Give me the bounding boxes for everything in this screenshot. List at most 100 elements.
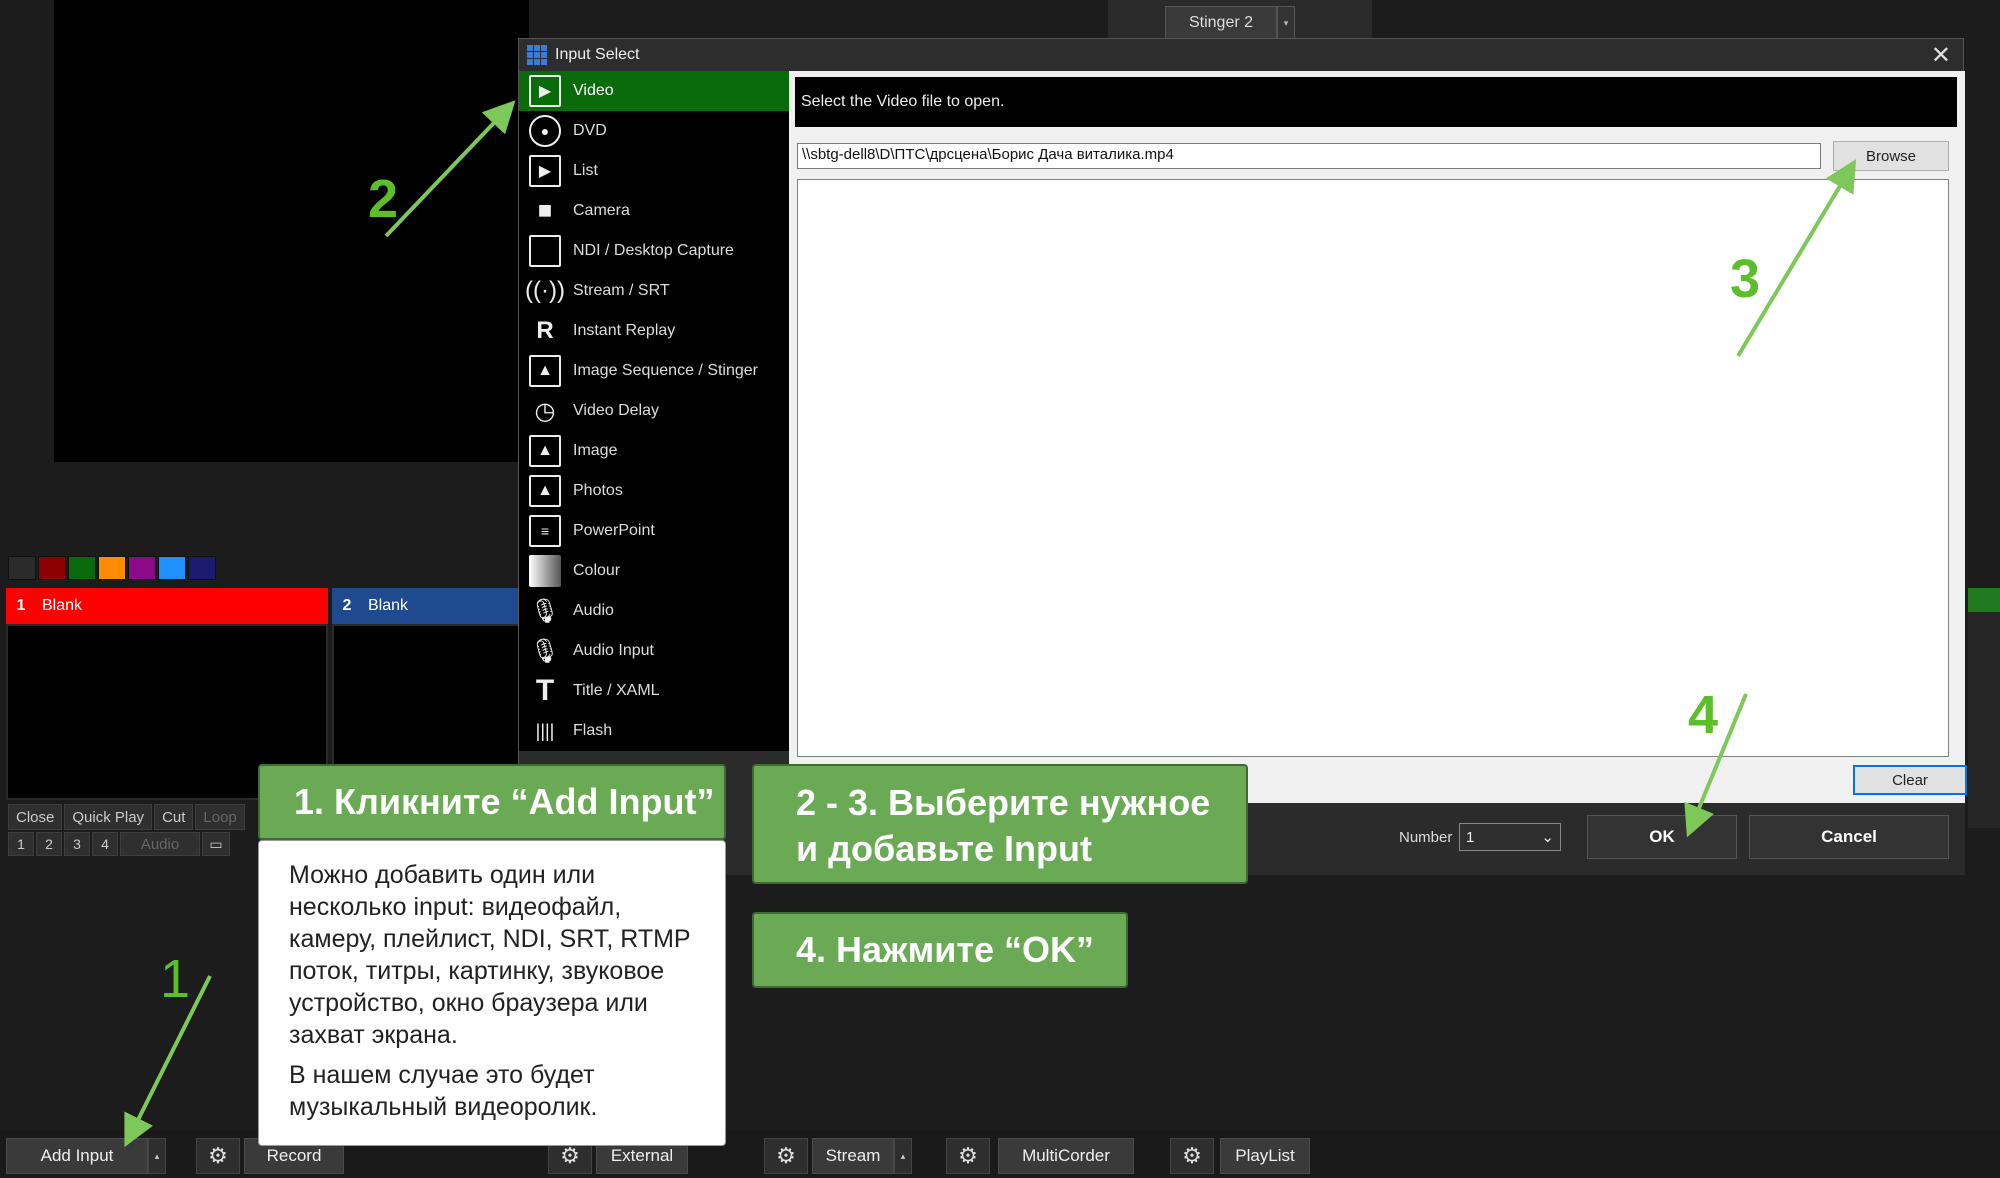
input-title: Blank: [42, 597, 83, 614]
input-type-camera[interactable]: ■ Camera: [519, 191, 789, 231]
file-list[interactable]: [797, 179, 1949, 757]
input-type-label: NDI / Desktop Capture: [573, 242, 734, 259]
input-type-label: Audio Input: [573, 642, 654, 659]
input-type-label: DVD: [573, 122, 607, 139]
input-type-powerpoint[interactable]: ≡ PowerPoint: [519, 511, 789, 551]
input-type-dvd[interactable]: ● DVD: [519, 111, 789, 151]
input-type-audio[interactable]: 🎙 Audio: [519, 591, 789, 631]
playlist-button[interactable]: PlayList: [1220, 1138, 1310, 1174]
overlay-buttons: 1 2 3 4 Audio ▭: [8, 832, 230, 856]
input-type-instant-replay[interactable]: R Instant Replay: [519, 311, 789, 351]
input-type-label: Video: [573, 82, 614, 99]
ok-button[interactable]: OK: [1587, 815, 1737, 859]
preview-panel: [54, 0, 529, 462]
stream-settings-gear-icon[interactable]: ⚙: [764, 1138, 808, 1174]
input-type-label: List: [573, 162, 598, 179]
input-type-label: Image: [573, 442, 618, 459]
input-type-label: Flash: [573, 722, 613, 739]
overlay-3-button[interactable]: 3: [64, 832, 90, 856]
step1-title-callout: 1. Кликните “Add Input”: [258, 764, 726, 840]
input-type-label: Colour: [573, 562, 621, 579]
title-icon: T: [535, 674, 555, 707]
input-type-list-item[interactable]: ▶ List: [519, 151, 789, 191]
input-card-1[interactable]: 1 Blank: [6, 588, 328, 624]
step1-description: Можно добавить один или несколько input:…: [258, 840, 726, 1146]
monitor-icon[interactable]: ▭: [202, 832, 230, 856]
step1-note: В нашем случае это будет музыкальный вид…: [289, 1061, 598, 1121]
stinger-button[interactable]: Stinger 2: [1165, 6, 1277, 40]
flash-icon: ||||: [535, 720, 555, 741]
step4-callout: 4. Нажмите “OK”: [752, 912, 1128, 988]
step23-callout: 2 - 3. Выберите нужное и добавьте Input: [752, 764, 1248, 884]
step-marker-2: 2: [368, 169, 399, 229]
input-type-list: ▶ Video ● DVD ▶ List ■ Camera NDI / Desk…: [519, 71, 789, 751]
input-type-label: Instant Replay: [573, 322, 676, 339]
overlay-2-button[interactable]: 2: [36, 832, 62, 856]
input-settings-panel: Select the Video file to open. \\sbtg-de…: [789, 71, 1967, 803]
input-type-image-sequence[interactable]: ▲ Image Sequence / Stinger: [519, 351, 789, 391]
color-swatch[interactable]: [98, 556, 126, 580]
browse-button[interactable]: Browse: [1833, 141, 1949, 171]
list-icon: ▶: [529, 155, 561, 187]
loop-button[interactable]: Loop: [195, 804, 245, 830]
multicorder-settings-gear-icon[interactable]: ⚙: [946, 1138, 990, 1174]
multicorder-button[interactable]: MultiCorder: [998, 1138, 1134, 1174]
overlay-4-button[interactable]: 4: [92, 832, 118, 856]
overlay-1-button[interactable]: 1: [8, 832, 34, 856]
audio-input-icon: 🎙: [529, 637, 561, 665]
add-input-button[interactable]: Add Input: [6, 1138, 148, 1174]
add-input-menu-icon[interactable]: ▴: [148, 1138, 166, 1174]
audio-button[interactable]: Audio: [120, 832, 200, 856]
input-type-stream[interactable]: ((·)) Stream / SRT: [519, 271, 789, 311]
input-type-audio-input[interactable]: 🎙 Audio Input: [519, 631, 789, 671]
cancel-button[interactable]: Cancel: [1749, 815, 1949, 859]
image-icon: ▲: [529, 435, 561, 467]
input-type-flash[interactable]: |||| Flash: [519, 711, 789, 751]
input-number: 1: [16, 597, 26, 614]
number-label: Number: [1399, 829, 1453, 846]
stream-menu-icon[interactable]: ▴: [894, 1138, 912, 1174]
quick-play-button[interactable]: Quick Play: [64, 804, 153, 830]
color-swatch[interactable]: [158, 556, 186, 580]
color-swatch[interactable]: [8, 556, 36, 580]
input-title: Blank: [368, 597, 409, 614]
close-button[interactable]: Close: [8, 804, 63, 830]
record-settings-gear-icon[interactable]: ⚙: [196, 1138, 240, 1174]
input-type-label: Title / XAML: [573, 682, 660, 699]
input-type-photos[interactable]: ▲ Photos: [519, 471, 789, 511]
step-marker-1: 1: [160, 949, 191, 1009]
stinger-dropdown-icon[interactable]: ▾: [1277, 6, 1295, 40]
presentation-icon: ≡: [529, 515, 561, 547]
clear-button[interactable]: Clear: [1853, 765, 1967, 795]
number-select[interactable]: 1 ⌄: [1459, 823, 1561, 851]
input-type-video-delay[interactable]: ◷ Video Delay: [519, 391, 789, 431]
color-swatch[interactable]: [188, 556, 216, 580]
audio-mixer-edge: [1968, 588, 2000, 828]
mixer-header: [1968, 588, 2000, 612]
photos-icon: ▲: [529, 475, 561, 507]
input-type-video[interactable]: ▶ Video: [519, 71, 789, 111]
input-type-label: Video Delay: [573, 402, 659, 419]
file-path-input[interactable]: \\sbtg-dell8\D\ПТС\дрсцена\Борис Дача ви…: [797, 143, 1821, 169]
color-swatch[interactable]: [68, 556, 96, 580]
input-type-title[interactable]: T Title / XAML: [519, 671, 789, 711]
dialog-title: Input Select: [555, 46, 640, 63]
stream-button[interactable]: Stream: [812, 1138, 894, 1174]
input-type-image[interactable]: ▲ Image: [519, 431, 789, 471]
playlist-settings-gear-icon[interactable]: ⚙: [1170, 1138, 1214, 1174]
color-swatch[interactable]: [38, 556, 66, 580]
input-type-label: Image Sequence / Stinger: [573, 362, 759, 379]
input-type-colour[interactable]: Colour: [519, 551, 789, 591]
camera-icon: ■: [537, 197, 553, 224]
step23-title: 2 - 3. Выберите нужное и добавьте Input: [796, 782, 1211, 869]
color-swatch[interactable]: [128, 556, 156, 580]
cut-button[interactable]: Cut: [154, 804, 194, 830]
input-type-ndi[interactable]: NDI / Desktop Capture: [519, 231, 789, 271]
close-icon[interactable]: ✕: [1931, 39, 1951, 71]
step4-title: 4. Нажмите “OK”: [796, 929, 1094, 970]
app-icon: [527, 45, 547, 65]
step1-body: Можно добавить один или несколько input:…: [289, 861, 691, 1049]
input-card-2[interactable]: 2 Blank: [332, 588, 522, 624]
clock-icon: ◷: [534, 397, 556, 425]
input-select-dialog: Input Select ✕ ▶ Video ● DVD ▶ List ■ Ca…: [518, 38, 1967, 875]
